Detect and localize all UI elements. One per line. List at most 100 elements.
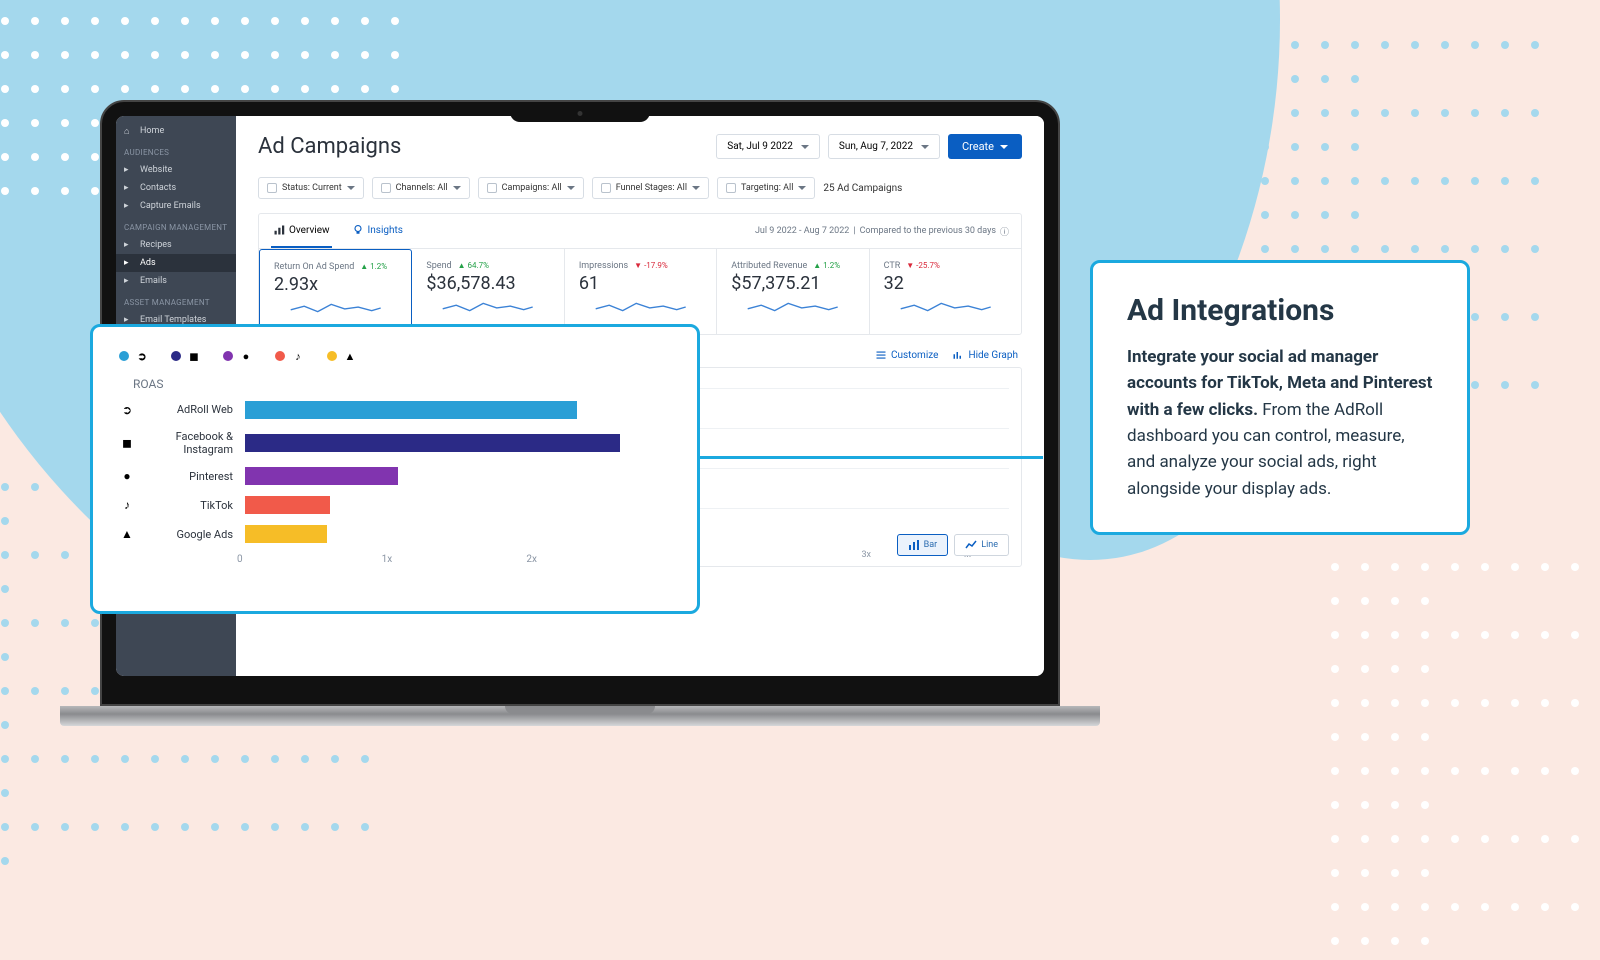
filter-pill[interactable]: Targeting: All — [717, 177, 815, 199]
facebook-icon: ◼ — [119, 436, 135, 450]
sidebar-item[interactable]: ▸Website — [116, 161, 236, 179]
page-title: Ad Campaigns — [258, 134, 401, 159]
metric-card[interactable]: Spend▲ 64.7% $36,578.43 — [412, 249, 564, 334]
checkbox-icon — [487, 183, 497, 193]
tab-overview[interactable]: Overview — [271, 214, 332, 248]
date-to: Sun, Aug 7, 2022 — [839, 141, 913, 152]
chart-bar-button[interactable]: Bar — [897, 534, 949, 556]
nav-icon: ▸ — [124, 183, 134, 193]
filter-bar: Status: Current Channels: All Campaigns: A… — [258, 177, 1022, 199]
home-icon: ⌂ — [124, 126, 134, 136]
metric-card[interactable]: CTR▼ -25.7% 32 — [870, 249, 1021, 334]
axis-tick: 2x — [526, 554, 671, 565]
tabs-panel: Overview Insights Jul 9 2022 - Aug 7 202… — [258, 213, 1022, 335]
sliders-icon — [875, 349, 887, 361]
sidebar-section-header: CAMPAIGN MANAGEMENT — [116, 215, 236, 236]
checkbox-icon — [601, 183, 611, 193]
bar-row: ➲ AdRoll Web — [119, 401, 671, 419]
legend-item: ♪ — [275, 349, 305, 363]
sidebar-item[interactable]: ▸ Emails — [116, 272, 236, 290]
laptop-notch — [510, 104, 650, 122]
sidebar-label: Recipes — [140, 240, 172, 250]
metric-card[interactable]: Impressions▼ -17.9% 61 — [565, 249, 717, 334]
metric-delta: ▲ 1.2% — [360, 262, 387, 271]
metric-label: Impressions — [579, 261, 628, 271]
bar-label: Google Ads — [147, 528, 233, 541]
sidebar-item[interactable]: ▸ Ads — [116, 254, 236, 272]
metric-card[interactable]: Attributed Revenue▲ 1.2% $57,375.21 — [717, 249, 869, 334]
sparkline — [579, 298, 702, 316]
metric-label: Spend — [426, 261, 451, 271]
sidebar-item[interactable]: ▸Capture Emails — [116, 197, 236, 215]
sidebar-label: Home — [140, 126, 164, 136]
sidebar-label: Emails — [140, 276, 167, 286]
sidebar-label: Ads — [140, 258, 156, 268]
chart-legend: ➲◼●♪▲ — [119, 349, 671, 363]
campaign-count: 25 Ad Campaigns — [823, 183, 902, 194]
chart-title: ROAS — [133, 377, 671, 391]
adroll-icon: ➲ — [135, 349, 149, 363]
customize-button[interactable]: Customize — [875, 349, 938, 361]
filter-pill[interactable]: Funnel Stages: All — [592, 177, 709, 199]
metric-card[interactable]: Return On Ad Spend ▲ 1.2% 2.93x — [259, 249, 412, 334]
chevron-down-icon — [1000, 145, 1008, 149]
google-ads-icon: ▲ — [343, 349, 357, 363]
metric-value: 61 — [579, 273, 702, 294]
chevron-down-icon — [347, 186, 355, 190]
metric-value: $57,375.21 — [731, 273, 854, 294]
checkbox-icon — [726, 183, 736, 193]
bar-icon — [908, 539, 920, 551]
filter-pill[interactable]: Channels: All — [372, 177, 470, 199]
bar — [245, 496, 330, 514]
chevron-down-icon — [453, 186, 461, 190]
nav-icon: ▸ — [124, 258, 134, 268]
bar — [245, 434, 620, 452]
callout-title: Ad Integrations — [1127, 293, 1433, 328]
pinterest-icon: ● — [239, 349, 253, 363]
date-from: Sat, Jul 9 2022 — [727, 141, 793, 152]
legend-item: ● — [223, 349, 253, 363]
chevron-down-icon — [798, 186, 806, 190]
info-icon: ⓘ — [1000, 225, 1009, 238]
date-range-display: Jul 9 2022 - Aug 7 2022|Compared to the … — [755, 225, 1009, 238]
sparkline — [731, 298, 854, 316]
chart-line-button[interactable]: Line — [954, 534, 1009, 556]
bar-row: ▲ Google Ads — [119, 525, 671, 543]
sidebar-item[interactable]: ▸ Contacts — [116, 179, 236, 197]
nav-icon: ▸ — [124, 276, 134, 286]
metric-value: 2.93x — [274, 274, 397, 295]
date-from-picker[interactable]: Sat, Jul 9 2022 — [716, 134, 820, 159]
sparkline — [884, 298, 1007, 316]
tab-insights[interactable]: Insights — [350, 214, 405, 248]
nav-icon: ▸ — [124, 201, 134, 211]
legend-item: ➲ — [119, 349, 149, 363]
filter-label: Funnel Stages: All — [616, 183, 687, 193]
line-icon — [965, 539, 977, 551]
filter-label: Status: Current — [282, 183, 342, 193]
sidebar-label: Contacts — [140, 183, 176, 193]
sidebar-section-header: AUDIENCES — [116, 140, 236, 161]
callout-body: Integrate your social ad manager account… — [1127, 344, 1433, 502]
checkbox-icon — [267, 183, 277, 193]
metric-label: Return On Ad Spend — [274, 262, 354, 272]
tiktok-icon: ♪ — [291, 349, 305, 363]
callout-connector — [698, 456, 1043, 459]
bar — [245, 525, 327, 543]
sidebar-home[interactable]: ⌂ Home — [116, 122, 236, 140]
hide-graph-button[interactable]: Hide Graph — [952, 349, 1018, 361]
axis-tick: 1x — [382, 554, 527, 565]
create-button[interactable]: Create — [948, 134, 1022, 159]
axis-tick: 0 — [237, 554, 382, 565]
sidebar-item[interactable]: ▸Recipes — [116, 236, 236, 254]
filter-pill[interactable]: Status: Current — [258, 177, 364, 199]
metric-value: 32 — [884, 273, 1007, 294]
bar-label: AdRoll Web — [147, 403, 233, 416]
metric-delta: ▲ 64.7% — [458, 261, 489, 270]
metric-delta: ▼ -25.7% — [906, 261, 940, 270]
date-to-picker[interactable]: Sun, Aug 7, 2022 — [828, 134, 940, 159]
filter-pill[interactable]: Campaigns: All — [478, 177, 584, 199]
chevron-down-icon — [692, 186, 700, 190]
sparkline — [426, 298, 549, 316]
bar — [245, 467, 398, 485]
roas-chart-overlay: ➲◼●♪▲ ROAS ➲ AdRoll Web ◼ Facebook & Ins… — [90, 324, 700, 614]
